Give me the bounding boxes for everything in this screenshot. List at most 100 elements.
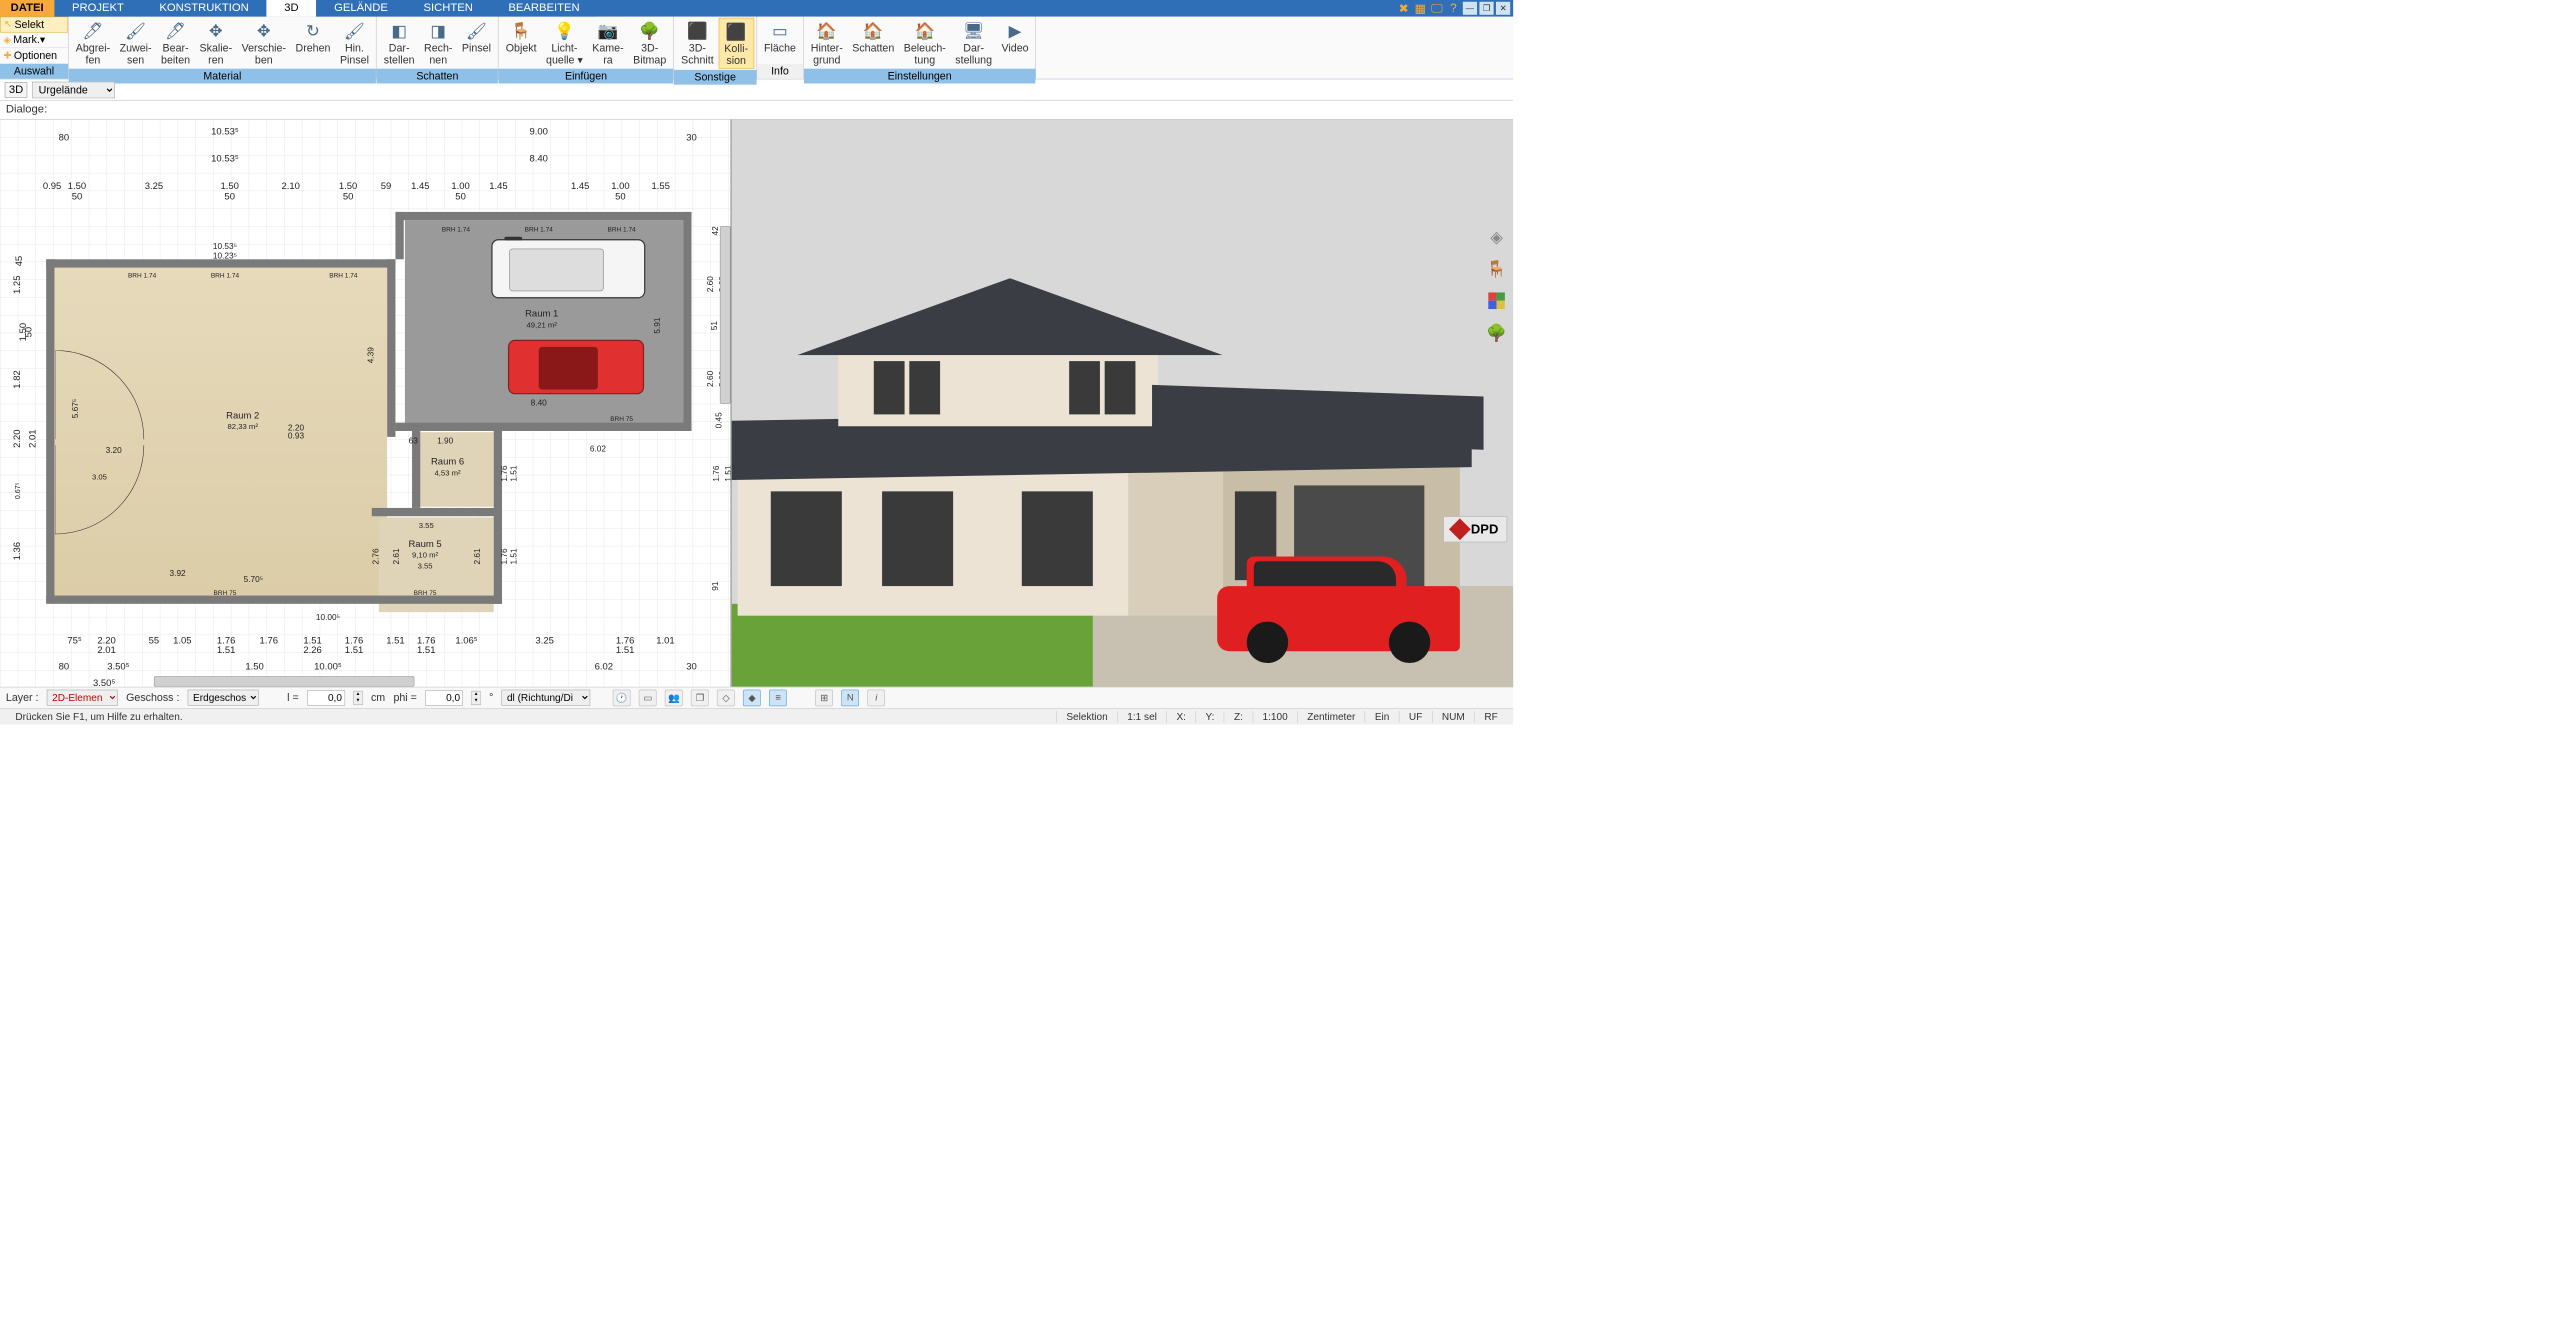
window-restore-icon[interactable]: ❐ xyxy=(1479,2,1493,15)
ribbon-btn-label: Bear- beiten xyxy=(161,43,190,66)
dim-b350: 3.50⁵ xyxy=(107,662,129,673)
dim-l125: 1.25 xyxy=(12,276,23,294)
ribbon-btn-einfügen-3[interactable]: 🌳3D- Bitmap xyxy=(628,18,671,67)
dim-top-2: 9.00 xyxy=(530,127,548,138)
dpd-badge: DPD xyxy=(1443,516,1507,542)
frame-icon[interactable]: ▭ xyxy=(639,689,657,706)
layers2-icon[interactable]: ≡ xyxy=(769,689,787,706)
ribbon-btn-sonstige-1[interactable]: ⬛Kolli- sion xyxy=(718,18,754,69)
dim-b151d: 1.51 xyxy=(386,636,404,647)
ribbon-btn-schatten-1[interactable]: ◨Rech- nen xyxy=(419,18,457,67)
title-screen-icon[interactable]: 🖵 xyxy=(1430,2,1444,15)
phi-spinner[interactable]: ▲▼ xyxy=(471,691,480,705)
diamond-icon[interactable]: ◇ xyxy=(717,689,735,706)
ribbon-btn-schatten-0[interactable]: ◧Dar- stellen xyxy=(379,18,419,67)
tree-icon[interactable]: 🌳 xyxy=(1486,322,1507,343)
video-icon: ▶ xyxy=(1003,19,1027,43)
brh-1: BRH 1.74 xyxy=(128,272,156,279)
status-unit: Zentimeter xyxy=(1297,711,1365,723)
title-help-icon[interactable]: ? xyxy=(1446,2,1460,15)
scrollbar-vertical[interactable] xyxy=(720,226,731,404)
ribbon-btn-material-0[interactable]: 🖊Abgrei- fen xyxy=(71,18,115,67)
dim-602a: 6.02 xyxy=(590,444,606,453)
dim-093: 0.93 xyxy=(288,431,304,440)
cursor-icon: ↖ xyxy=(4,19,12,31)
ribbon-btn-einfügen-1[interactable]: 💡Licht- quelle ▾ xyxy=(541,18,587,67)
ribbon-btn-einstellungen-4[interactable]: ▶Video xyxy=(997,18,1034,56)
title-tool-icon[interactable]: ✖ xyxy=(1397,2,1411,15)
menu-bar: DATEI PROJEKT KONSTRUKTION 3D GELÄNDE SI… xyxy=(0,0,1513,17)
ribbon-btn-label: Hin. Pinsel xyxy=(340,43,369,66)
brh-3: BRH 1.74 xyxy=(329,272,357,279)
dpd-label: DPD xyxy=(1471,522,1499,537)
dim-b151c: 1.51 xyxy=(345,645,363,656)
scrollbar-horizontal[interactable] xyxy=(154,676,414,687)
dim-r176c: 1.76 xyxy=(499,548,508,564)
l-input[interactable] xyxy=(307,690,345,705)
ribbon-btn-einfügen-0[interactable]: 🪑Objekt xyxy=(501,18,541,56)
l-spinner[interactable]: ▲▼ xyxy=(353,691,362,705)
menu-konstruktion[interactable]: KONSTRUKTION xyxy=(142,0,267,17)
selekt-button[interactable]: ↖Selekt xyxy=(0,17,68,33)
title-snap-icon[interactable]: ▦ xyxy=(1413,2,1427,15)
dim-r91: 91 xyxy=(710,581,719,590)
dim-r260a: 2.60 xyxy=(705,276,714,292)
dim-1053b: 10.53⁵ xyxy=(213,242,237,251)
palette-icon[interactable] xyxy=(1486,290,1507,311)
blue-diamond-icon[interactable]: ◆ xyxy=(743,689,761,706)
layers-icon[interactable]: ◈ xyxy=(1486,226,1507,247)
dim-145c: 1.45 xyxy=(571,181,589,192)
ribbon-btn-material-2[interactable]: 🖊Bear- beiten xyxy=(156,18,195,67)
ribbon-btn-schatten-2[interactable]: 🖌Pinsel xyxy=(457,18,495,56)
n-icon[interactable]: N xyxy=(841,689,859,706)
optionen-button[interactable]: ✚Optionen xyxy=(0,48,68,64)
menu-datei[interactable]: DATEI xyxy=(0,0,54,17)
copy-icon[interactable]: ❐ xyxy=(691,689,709,706)
dim-100b: 1.00 xyxy=(611,181,629,192)
ribbon-btn-label: 3D- Schnitt xyxy=(681,43,714,66)
dim-l201: 2.01 xyxy=(28,429,39,447)
menu-sichten[interactable]: SICHTEN xyxy=(406,0,491,17)
drehen-icon: ↻ xyxy=(301,19,325,43)
ribbon-btn-label: Verschie- ben xyxy=(242,43,286,66)
floorplan-view[interactable]: 10.53⁵ 9.00 10.53⁵ 8.40 80 30 1.50 3.25 … xyxy=(0,120,732,687)
plus-icon: ✚ xyxy=(4,50,12,62)
clock-icon[interactable]: 🕐 xyxy=(613,689,631,706)
ribbon-btn-einstellungen-0[interactable]: 🏠Hinter- grund xyxy=(806,18,847,67)
window-minimize-icon[interactable]: — xyxy=(1463,2,1477,15)
terrain-dropdown[interactable]: Urgelände xyxy=(32,81,115,98)
dl-dropdown[interactable]: dl (Richtung/Di xyxy=(502,690,591,706)
ribbon-btn-material-5[interactable]: ↻Drehen xyxy=(291,18,335,56)
ribbon-btn-material-3[interactable]: ✥Skalie- ren xyxy=(195,18,237,67)
dim-b226: 2.26 xyxy=(303,645,321,656)
ribbon-btn-einfügen-2[interactable]: 📷Kame- ra xyxy=(588,18,629,67)
mark-button[interactable]: ◈Mark. ▾ xyxy=(0,32,68,48)
ribbon-btn-einstellungen-2[interactable]: 🏠Beleuch- tung xyxy=(899,18,951,67)
ribbon-btn-sonstige-0[interactable]: ⬛3D- Schnitt xyxy=(676,18,718,67)
licht-icon: 💡 xyxy=(553,19,577,43)
window-close-icon[interactable]: ✕ xyxy=(1496,2,1510,15)
ribbon-group-sonstige: ⬛3D- Schnitt⬛Kolli- sion Sonstige xyxy=(674,17,757,79)
ribbon-btn-material-4[interactable]: ✥Verschie- ben xyxy=(237,18,291,67)
dim-b151f: 1.51 xyxy=(616,645,634,656)
menu-gelaende[interactable]: GELÄNDE xyxy=(316,0,405,17)
menu-bearbeiten[interactable]: BEARBEITEN xyxy=(491,0,598,17)
ribbon-btn-info-0[interactable]: ▭Fläche xyxy=(759,18,800,56)
menu-3d[interactable]: 3D xyxy=(267,0,317,17)
3d-view[interactable]: DPD xyxy=(732,120,1513,687)
ribbon-btn-material-6[interactable]: 🖌Hin. Pinsel xyxy=(335,18,373,67)
group-icon[interactable]: 👥 xyxy=(665,689,683,706)
status-y: Y: xyxy=(1195,711,1223,723)
phi-input[interactable] xyxy=(425,690,463,705)
ribbon-btn-einstellungen-1[interactable]: 🏠Schatten xyxy=(847,18,899,56)
geschoss-dropdown[interactable]: Erdgeschos xyxy=(188,690,259,706)
menu-projekt[interactable]: PROJEKT xyxy=(54,0,141,17)
door-arc-2 xyxy=(55,445,150,540)
view-tag-3d[interactable]: 3D xyxy=(5,82,28,97)
info-icon[interactable]: i xyxy=(867,689,885,706)
furniture-icon[interactable]: 🪑 xyxy=(1486,258,1507,279)
grid-icon[interactable]: ⊞ xyxy=(815,689,833,706)
layer-dropdown[interactable]: 2D-Elemen xyxy=(47,690,118,706)
ribbon-btn-material-1[interactable]: 🖌Zuwei- sen xyxy=(115,18,156,67)
ribbon-btn-einstellungen-3[interactable]: 🖥Dar- stellung xyxy=(951,18,997,67)
